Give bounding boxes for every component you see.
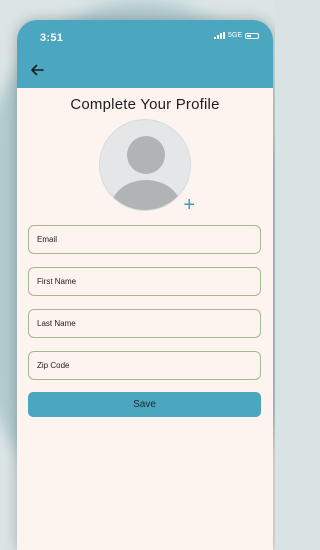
zip-code-field[interactable] [28,351,261,380]
top-bar: 3:51 5GE [17,20,273,88]
status-time: 3:51 [40,32,64,44]
person-icon[interactable] [99,119,191,211]
email-field[interactable] [28,225,261,254]
signal-icon [213,32,225,39]
avatar-container: + [99,119,195,215]
network-label: 5GE [227,32,242,39]
plus-icon[interactable]: + [183,195,195,215]
arrow-left-icon[interactable] [29,62,45,78]
save-button[interactable]: Save [28,392,261,417]
profile-form: Save [17,225,273,417]
battery-icon [245,32,259,39]
avatar-head [127,136,165,174]
avatar-body [110,180,182,210]
last-name-field[interactable] [28,309,261,338]
status-indicators: 5GE [213,32,259,39]
app-stage: 3:51 5GE Complete Your Profile + Email F… [0,0,275,550]
first-name-field[interactable] [28,267,261,296]
phone-screen: 3:51 5GE Complete Your Profile + Email F… [17,20,273,550]
page-title: Complete Your Profile [70,96,220,113]
